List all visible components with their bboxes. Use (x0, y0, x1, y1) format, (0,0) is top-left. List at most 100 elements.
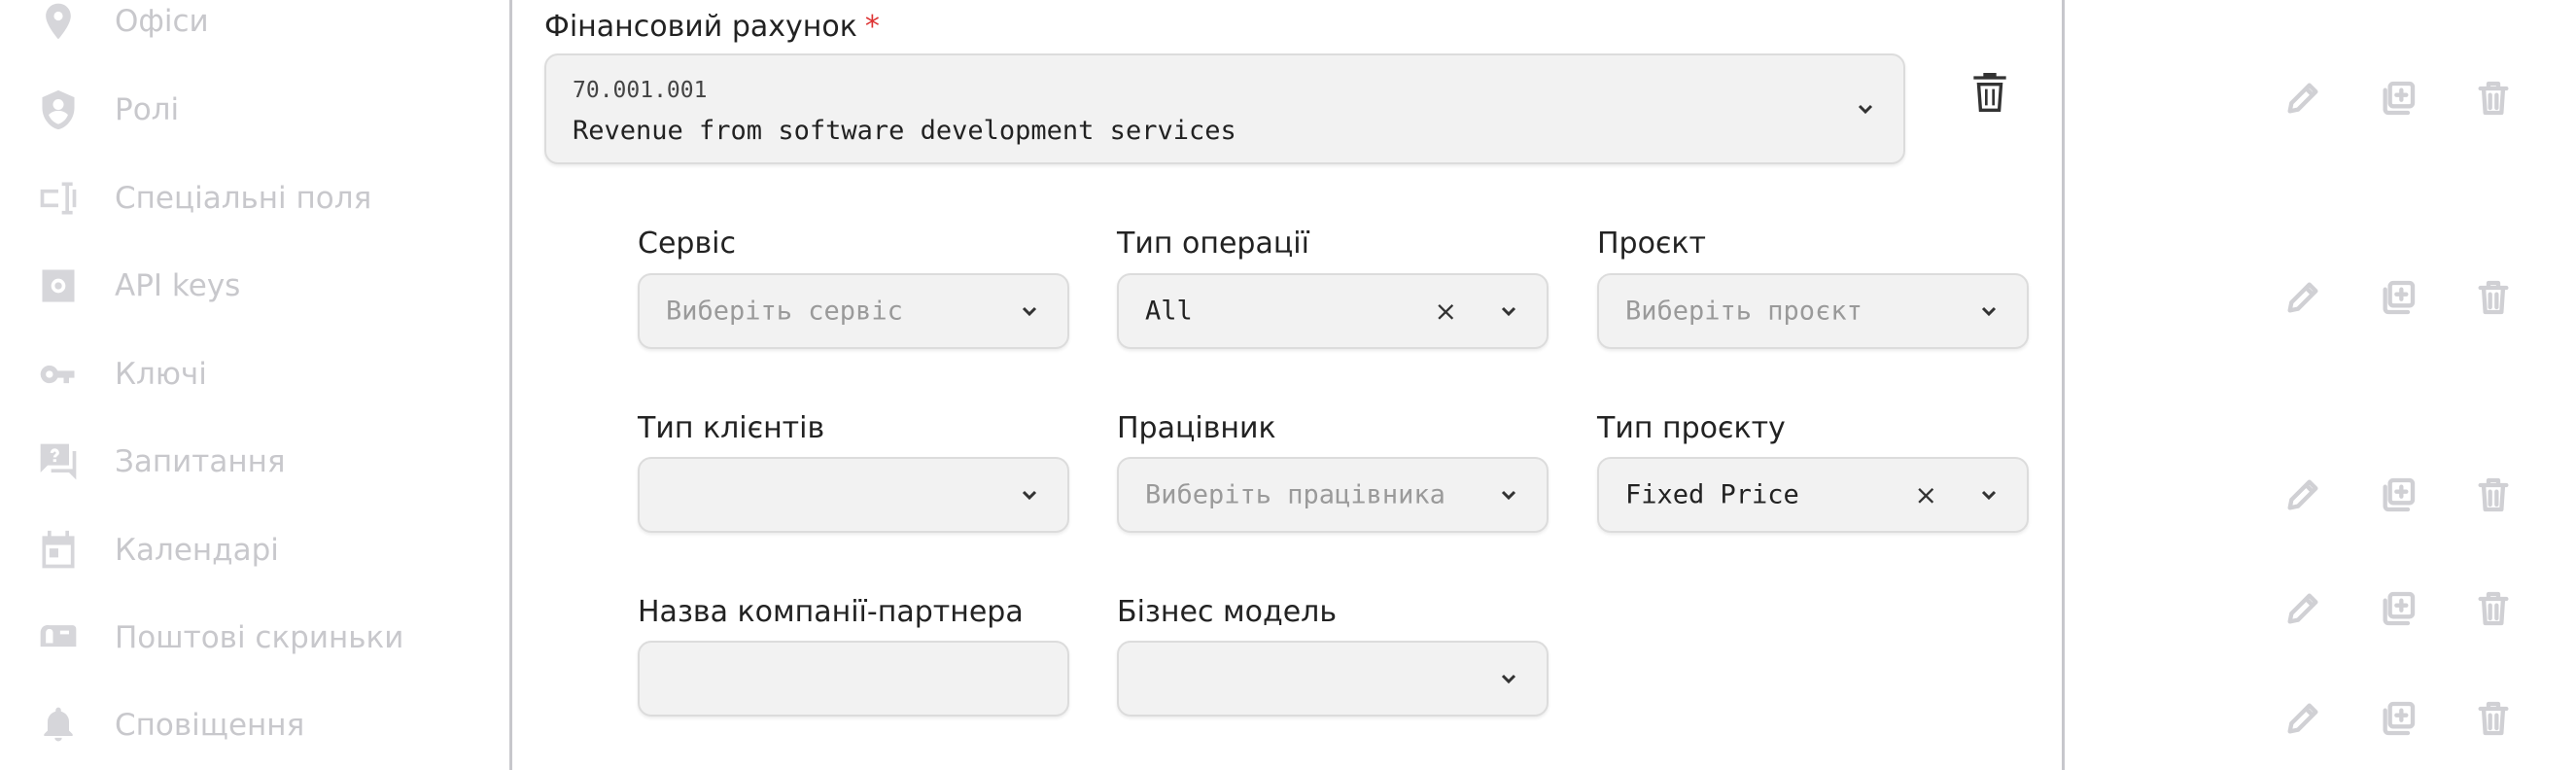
shield-user-icon (35, 87, 82, 133)
business-model-select[interactable] (1117, 641, 1549, 717)
trash-icon (2478, 81, 2509, 116)
form-field-icon (35, 175, 82, 222)
delete-button[interactable] (2474, 78, 2513, 119)
chevron-down-icon (1855, 98, 1876, 120)
operation-type-label: Тип операції (1117, 227, 1309, 261)
pencil-icon (2287, 479, 2318, 510)
trash-icon (2478, 591, 2509, 626)
sidebar-item-label: Сповіщення (115, 708, 305, 743)
chevron-down-icon (1978, 300, 2000, 322)
chevron-down-icon (1498, 668, 1519, 689)
chevron-down-icon (1498, 300, 1519, 322)
account-name: Revenue from software development servic… (573, 116, 1236, 146)
edit-button[interactable] (2283, 588, 2322, 629)
edit-button[interactable] (2283, 78, 2322, 119)
duplicate-button[interactable] (2379, 78, 2418, 119)
sidebar-item-roles[interactable]: Ролі (35, 81, 492, 139)
trash-icon (1973, 73, 2006, 112)
row-actions (2283, 277, 2513, 318)
trash-icon (2478, 701, 2509, 736)
pencil-icon (2287, 83, 2318, 114)
key-icon (35, 351, 82, 398)
client-type-label: Тип клієнтів (638, 411, 825, 445)
api-gear-icon (35, 262, 82, 309)
business-model-label: Бізнес модель (1117, 595, 1338, 629)
row-actions (2283, 698, 2513, 739)
sidebar-item-label: Поштові скриньки (115, 620, 404, 655)
project-label: Проєкт (1597, 227, 1707, 261)
mailbox-icon (35, 614, 82, 661)
bell-icon (35, 702, 82, 749)
partner-company-label: Назва компанії-партнера (638, 595, 1024, 629)
pencil-icon (2287, 593, 2318, 624)
sidebar-item-keys[interactable]: Ключі (35, 345, 492, 403)
trash-icon (2478, 280, 2509, 315)
sidebar-item-mailboxes[interactable]: Поштові скриньки (35, 609, 492, 667)
chevron-down-icon (1978, 484, 2000, 506)
employee-placeholder: Виберіть працівника (1145, 479, 1445, 510)
delete-button[interactable] (2474, 474, 2513, 515)
calendar-icon (35, 527, 82, 574)
project-select[interactable]: Виберіть проєкт (1597, 273, 2029, 349)
edit-button[interactable] (2283, 277, 2322, 318)
sidebar: Офіси Ролі Спеціальні поля API keys Ключ… (0, 0, 512, 770)
row-actions (2283, 474, 2513, 515)
sidebar-item-label: Запитання (115, 444, 286, 479)
duplicate-icon (2383, 81, 2416, 116)
sidebar-item-label: Календарі (115, 533, 279, 568)
project-placeholder: Виберіть проєкт (1625, 296, 1862, 327)
chevron-down-icon (1498, 484, 1519, 506)
sidebar-item-api-keys[interactable]: API keys (35, 257, 492, 315)
edit-button[interactable] (2283, 474, 2322, 515)
operation-type-select[interactable]: All × (1117, 273, 1549, 349)
duplicate-icon (2383, 477, 2416, 512)
delete-button[interactable] (2474, 277, 2513, 318)
sidebar-item-questions[interactable]: Запитання (35, 433, 492, 491)
sidebar-item-label: Спеціальні поля (115, 181, 372, 216)
rule-edit-panel: Фінансовий рахунок * 70.001.001 Revenue f… (512, 0, 2065, 770)
required-mark: * (864, 10, 880, 44)
account-select[interactable]: 70.001.001 Revenue from software develop… (544, 53, 1905, 164)
pencil-icon (2287, 282, 2318, 313)
location-pin-icon (35, 0, 82, 45)
duplicate-button[interactable] (2379, 474, 2418, 515)
employee-label: Працівник (1117, 411, 1276, 445)
service-placeholder: Виберіть сервіс (666, 296, 903, 327)
project-type-value: Fixed Price (1625, 479, 1799, 510)
duplicate-button[interactable] (2379, 588, 2418, 629)
partner-company-input[interactable] (638, 641, 1069, 717)
sidebar-item-custom-fields[interactable]: Спеціальні поля (35, 169, 492, 228)
clear-icon[interactable]: × (1435, 296, 1457, 328)
clear-icon[interactable]: × (1915, 479, 1937, 511)
project-type-label: Тип проєкту (1597, 411, 1786, 445)
duplicate-button[interactable] (2379, 698, 2418, 739)
service-select[interactable]: Виберіть сервіс (638, 273, 1069, 349)
account-label: Фінансовий рахунок * (544, 10, 880, 44)
chevron-down-icon (1019, 300, 1040, 322)
account-code: 70.001.001 (573, 78, 708, 103)
duplicate-icon (2383, 280, 2416, 315)
operation-type-value: All (1145, 296, 1193, 327)
delete-button[interactable] (2474, 588, 2513, 629)
trash-icon (2478, 477, 2509, 512)
edit-button[interactable] (2283, 698, 2322, 739)
duplicate-icon (2383, 591, 2416, 626)
chevron-down-icon (1019, 484, 1040, 506)
row-actions-column (2065, 0, 2576, 770)
sidebar-item-label: Ключі (115, 357, 207, 392)
project-type-select[interactable]: Fixed Price × (1597, 457, 2029, 533)
client-type-select[interactable] (638, 457, 1069, 533)
row-actions (2283, 78, 2513, 119)
question-chat-icon (35, 438, 82, 485)
employee-select[interactable]: Виберіть працівника (1117, 457, 1549, 533)
sidebar-item-label: Офіси (115, 4, 209, 39)
sidebar-item-calendars[interactable]: Календарі (35, 521, 492, 579)
delete-button[interactable] (2474, 698, 2513, 739)
sidebar-item-label: API keys (115, 268, 241, 303)
sidebar-item-offices[interactable]: Офіси (35, 0, 492, 51)
delete-account-button[interactable] (1970, 70, 2013, 117)
sidebar-item-label: Ролі (115, 92, 180, 127)
row-actions (2283, 588, 2513, 629)
duplicate-button[interactable] (2379, 277, 2418, 318)
sidebar-item-notifications[interactable]: Сповіщення (35, 696, 492, 754)
